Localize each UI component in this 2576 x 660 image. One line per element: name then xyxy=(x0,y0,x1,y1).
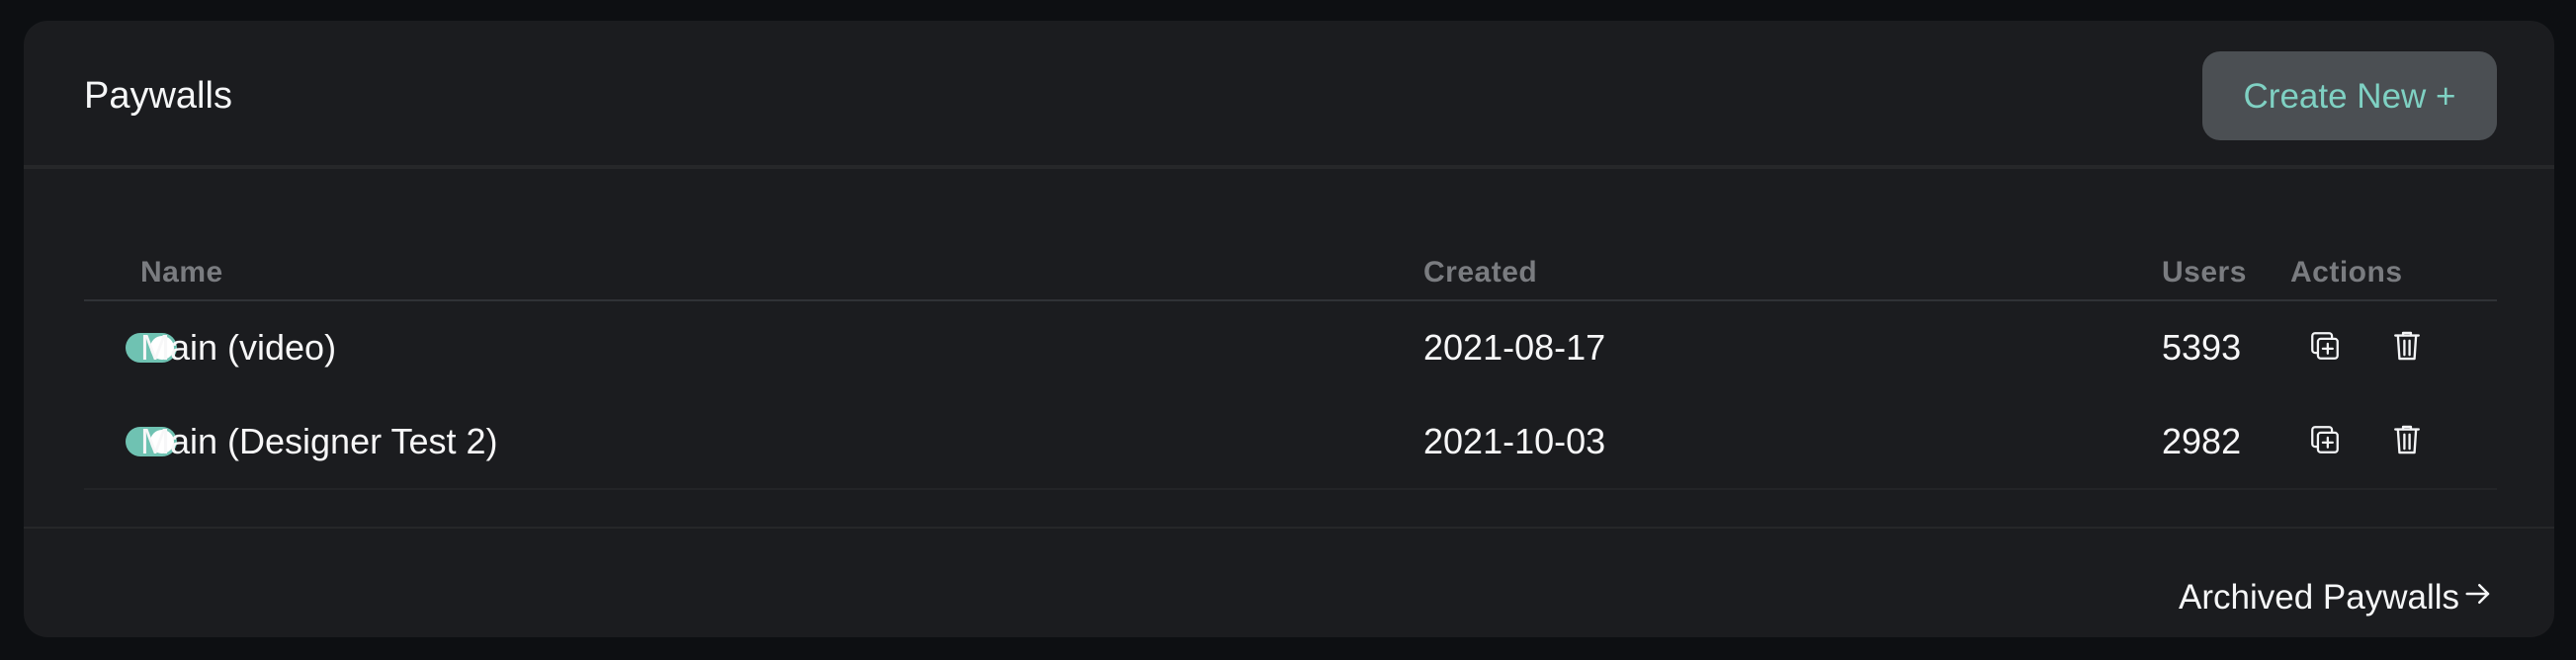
trash-icon xyxy=(2394,425,2420,454)
archived-paywalls-link[interactable]: Archived Paywalls xyxy=(2179,576,2493,619)
created-date: 2021-08-17 xyxy=(1423,327,1606,368)
column-header-name: Name xyxy=(140,256,223,289)
paywall-name[interactable]: Main (Designer Test 2) xyxy=(140,420,497,463)
table-header: Name Created Users Actions xyxy=(84,256,2497,301)
table-row: Main (Designer Test 2) 2021-10-03 2982 xyxy=(84,394,2497,490)
users-count: 2982 xyxy=(2162,421,2242,461)
created-date: 2021-10-03 xyxy=(1423,421,1606,461)
paywalls-card: Paywalls Create New + Name Created Users… xyxy=(24,21,2554,637)
column-header-actions: Actions xyxy=(2290,256,2403,289)
duplicate-button[interactable] xyxy=(2301,322,2349,370)
duplicate-button[interactable] xyxy=(2301,416,2349,463)
paywall-name[interactable]: Main (video) xyxy=(140,326,336,370)
duplicate-icon xyxy=(2311,332,2339,360)
page-title: Paywalls xyxy=(84,75,232,117)
create-new-button[interactable]: Create New + xyxy=(2202,51,2497,140)
arrow-right-icon xyxy=(2463,576,2493,619)
trash-icon xyxy=(2394,331,2420,361)
card-header: Paywalls Create New + xyxy=(24,21,2554,169)
delete-button[interactable] xyxy=(2383,416,2431,463)
card-footer: Archived Paywalls xyxy=(24,527,2554,637)
duplicate-icon xyxy=(2311,426,2339,454)
delete-button[interactable] xyxy=(2383,322,2431,370)
column-header-created: Created xyxy=(1423,256,1538,289)
table-row: Main (video) 2021-08-17 5393 xyxy=(84,300,2497,394)
column-header-users: Users xyxy=(2162,256,2247,289)
archived-paywalls-label: Archived Paywalls xyxy=(2179,578,2459,617)
users-count: 5393 xyxy=(2162,327,2242,368)
